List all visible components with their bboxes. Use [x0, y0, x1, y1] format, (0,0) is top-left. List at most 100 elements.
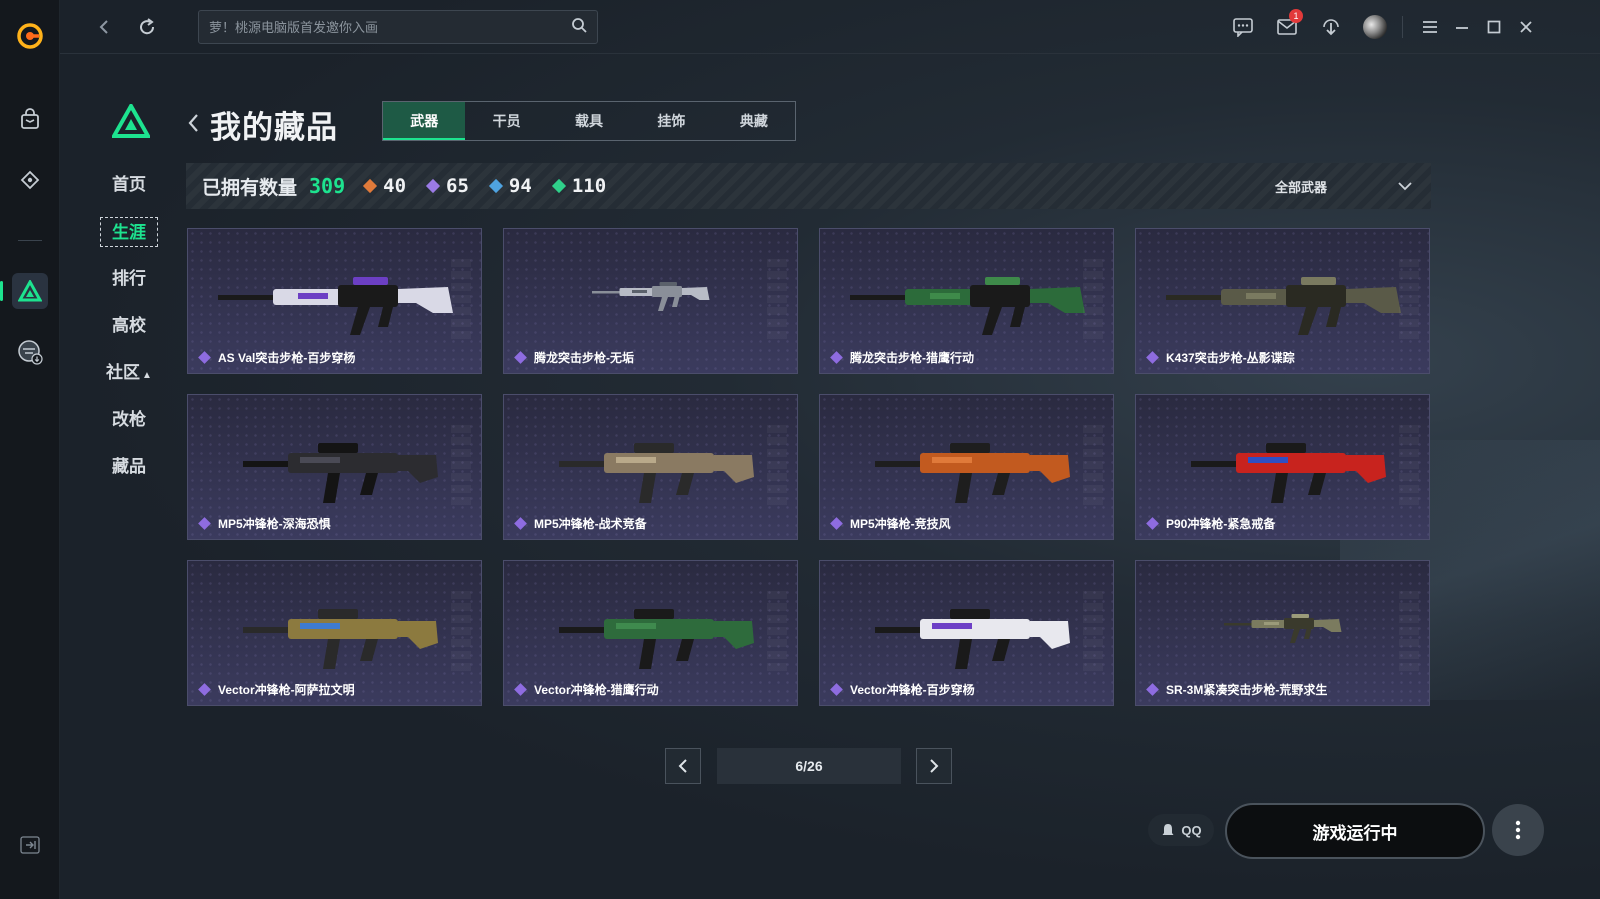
game-running-button[interactable]: 游戏运行中 [1225, 803, 1485, 859]
rarity-count: 65 [446, 175, 469, 197]
smg-icon [875, 609, 1070, 669]
back-nav-icon[interactable] [90, 13, 118, 41]
chevron-right-icon [930, 759, 939, 773]
smg-icon [875, 443, 1070, 503]
rarity-gem-icon [198, 683, 211, 696]
tab-charms[interactable]: 挂饰 [630, 102, 712, 140]
rarity-gem-icon [514, 683, 527, 696]
maximize-icon[interactable] [1479, 12, 1509, 42]
delta-force-game-icon[interactable] [0, 273, 48, 309]
rarity-count: 40 [383, 175, 407, 197]
chat-icon[interactable] [1228, 12, 1258, 42]
nav-item-career[interactable]: 生涯 [100, 217, 158, 247]
weapon-filter-dropdown[interactable]: 全部武器 [1275, 163, 1413, 209]
mail-badge: 1 [1289, 9, 1303, 23]
qq-label: QQ [1181, 822, 1202, 838]
rifle-icon [592, 282, 710, 311]
weapon-card[interactable]: P90冲锋枪-紧急戒备 [1135, 394, 1430, 540]
weapon-card[interactable]: 腾龙突击步枪-无垢 [503, 228, 798, 374]
rarity-gem-icon [198, 517, 211, 530]
chevron-up-icon: ▲ [142, 370, 152, 381]
rarity-gem-icon [830, 517, 843, 530]
refresh-icon[interactable] [133, 13, 161, 41]
tab-operators[interactable]: 干员 [465, 102, 547, 140]
menu-icon[interactable] [1415, 12, 1445, 42]
chevron-left-icon [678, 759, 687, 773]
prev-page-button[interactable] [665, 748, 701, 784]
weapon-name: Vector冲锋枪-百步穿杨 [850, 683, 975, 697]
download-manager-icon[interactable] [1316, 12, 1346, 42]
weapon-name: P90冲锋枪-紧急戒备 [1166, 517, 1276, 531]
weapon-card[interactable]: 腾龙突击步枪-猎鹰行动 [819, 228, 1114, 374]
weapon-card[interactable]: Vector冲锋枪-百步穿杨 [819, 560, 1114, 706]
weapon-card[interactable]: MP5冲锋枪-深海恐惧 [187, 394, 482, 540]
rarity-gem-icon [514, 517, 527, 530]
smg-icon [559, 443, 754, 503]
weapon-name: MP5冲锋枪-竞技风 [850, 517, 951, 531]
mail-icon[interactable]: 1 [1272, 9, 1303, 42]
app-logo-icon[interactable] [12, 18, 48, 54]
nav-item-collection[interactable]: 藏品 [100, 452, 158, 482]
weapon-name: Vector冲锋枪-猎鹰行动 [534, 683, 659, 697]
more-options-icon[interactable] [1492, 804, 1544, 856]
rarity-gem-icon [1146, 351, 1159, 364]
minimize-icon[interactable] [1447, 12, 1477, 42]
page-title: 我的藏品 [210, 110, 338, 145]
search-icon[interactable] [571, 17, 587, 38]
rarity-gem-icon [488, 178, 503, 194]
qq-button[interactable]: QQ [1148, 814, 1214, 846]
nav-item-community[interactable]: 社区 ▲ [100, 358, 158, 388]
search-input[interactable] [209, 19, 571, 35]
nav-item-community-label: 社区 [106, 363, 141, 382]
weapon-card[interactable]: SR-3M紧凑突击步枪-荒野求生 [1135, 560, 1430, 706]
rarity-gem-icon [425, 178, 441, 194]
weapon-card[interactable]: AS Val突击步枪-百步穿杨 [187, 228, 482, 374]
top-actions: 1 [1228, 9, 1541, 42]
weapon-name: 腾龙突击步枪-无垢 [534, 351, 634, 365]
weapon-name: SR-3M紧凑突击步枪-荒野求生 [1166, 683, 1328, 697]
rarity-orange: 40 [363, 175, 407, 197]
weapon-card[interactable]: K437突击步枪-丛影谍踪 [1135, 228, 1430, 374]
rarity-blue: 94 [488, 175, 532, 197]
weapon-card[interactable]: MP5冲锋枪-战术竞备 [503, 394, 798, 540]
tab-vehicles[interactable]: 载具 [548, 102, 630, 140]
weapon-card[interactable]: Vector冲锋枪-阿萨拉文明 [187, 560, 482, 706]
nav-item-college[interactable]: 高校 [100, 311, 158, 341]
rarity-count: 94 [508, 175, 532, 197]
store-bag-icon[interactable] [12, 102, 48, 138]
chevron-down-icon [1398, 182, 1412, 191]
stats-bar: 已拥有数量 309 40 65 94 110 全部武器 [186, 163, 1431, 209]
weapon-name: AS Val突击步枪-百步穿杨 [218, 351, 356, 365]
nav-item-ranking[interactable]: 排行 [100, 264, 158, 294]
nav-item-home[interactable]: 首页 [100, 170, 158, 200]
owned-count: 309 [309, 174, 346, 198]
rarity-purple: 65 [425, 175, 469, 197]
user-avatar[interactable] [1360, 12, 1390, 42]
smg-icon [243, 443, 438, 503]
collapse-sidebar-icon[interactable] [20, 836, 40, 854]
tab-weapons[interactable]: 武器 [383, 102, 466, 140]
weapon-card[interactable]: Vector冲锋枪-猎鹰行动 [503, 560, 798, 706]
page-back-icon[interactable] [186, 110, 204, 136]
filter-label: 全部武器 [1274, 179, 1327, 195]
rifle-icon [1166, 277, 1401, 335]
nav-item-gunsmith[interactable]: 改枪 [100, 405, 158, 435]
rarity-gem-icon [514, 351, 527, 364]
weapon-grid: AS Val突击步枪-百步穿杨 腾龙突击步枪-无垢 腾龙突击步枪-猎鹰行动 K4… [187, 228, 1431, 706]
weapon-name: 腾龙突击步枪-猎鹰行动 [850, 351, 974, 365]
game-tag-icon[interactable] [12, 162, 48, 198]
next-page-button[interactable] [916, 748, 952, 784]
weapon-name: MP5冲锋枪-战术竞备 [534, 517, 647, 531]
game-download-icon[interactable] [12, 334, 48, 370]
rarity-gem-icon [830, 351, 843, 364]
rarity-gem-icon [363, 178, 378, 194]
weapon-card[interactable]: MP5冲锋枪-竞技风 [819, 394, 1114, 540]
smg-icon [1191, 443, 1386, 503]
rarity-green: 110 [551, 175, 606, 197]
weapon-name: K437突击步枪-丛影谍踪 [1166, 351, 1295, 365]
rifle-icon [218, 277, 453, 335]
close-icon[interactable] [1511, 12, 1541, 42]
rarity-gem-icon [830, 683, 843, 696]
tab-collectibles[interactable]: 典藏 [713, 102, 795, 140]
app-rail [0, 0, 60, 899]
